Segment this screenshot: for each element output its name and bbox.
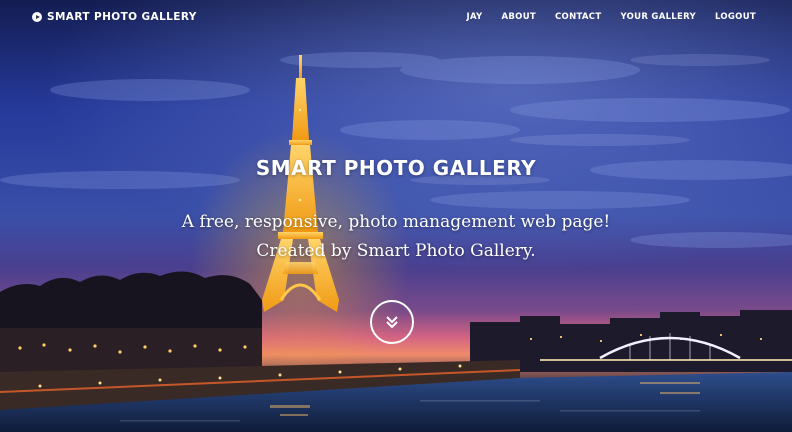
scroll-down-button[interactable] — [370, 300, 414, 344]
brand-link[interactable]: SMART PHOTO GALLERY — [32, 11, 197, 23]
nav-link-about[interactable]: ABOUT — [502, 12, 536, 22]
navbar: SMART PHOTO GALLERY JAY ABOUT CONTACT YO… — [0, 0, 792, 34]
nav-links: JAY ABOUT CONTACT YOUR GALLERY LOGOUT — [467, 12, 756, 22]
play-circle-icon — [32, 12, 42, 22]
nav-link-jay[interactable]: JAY — [467, 12, 483, 22]
hero-subtitle-line-1: A free, responsive, photo management web… — [181, 212, 611, 232]
hero-subtitle-line-2: Created by Smart Photo Gallery. — [256, 241, 536, 261]
double-chevron-down-icon — [386, 316, 398, 329]
hero-section: SMART PHOTO GALLERY JAY ABOUT CONTACT YO… — [0, 0, 792, 432]
hero-title: SMART PHOTO GALLERY — [255, 156, 537, 180]
hero-subtitle: A free, responsive, photo management web… — [0, 208, 792, 266]
nav-link-logout[interactable]: LOGOUT — [715, 12, 756, 22]
brand-label: SMART PHOTO GALLERY — [47, 11, 197, 23]
nav-link-contact[interactable]: CONTACT — [555, 12, 601, 22]
nav-link-your-gallery[interactable]: YOUR GALLERY — [620, 12, 696, 22]
